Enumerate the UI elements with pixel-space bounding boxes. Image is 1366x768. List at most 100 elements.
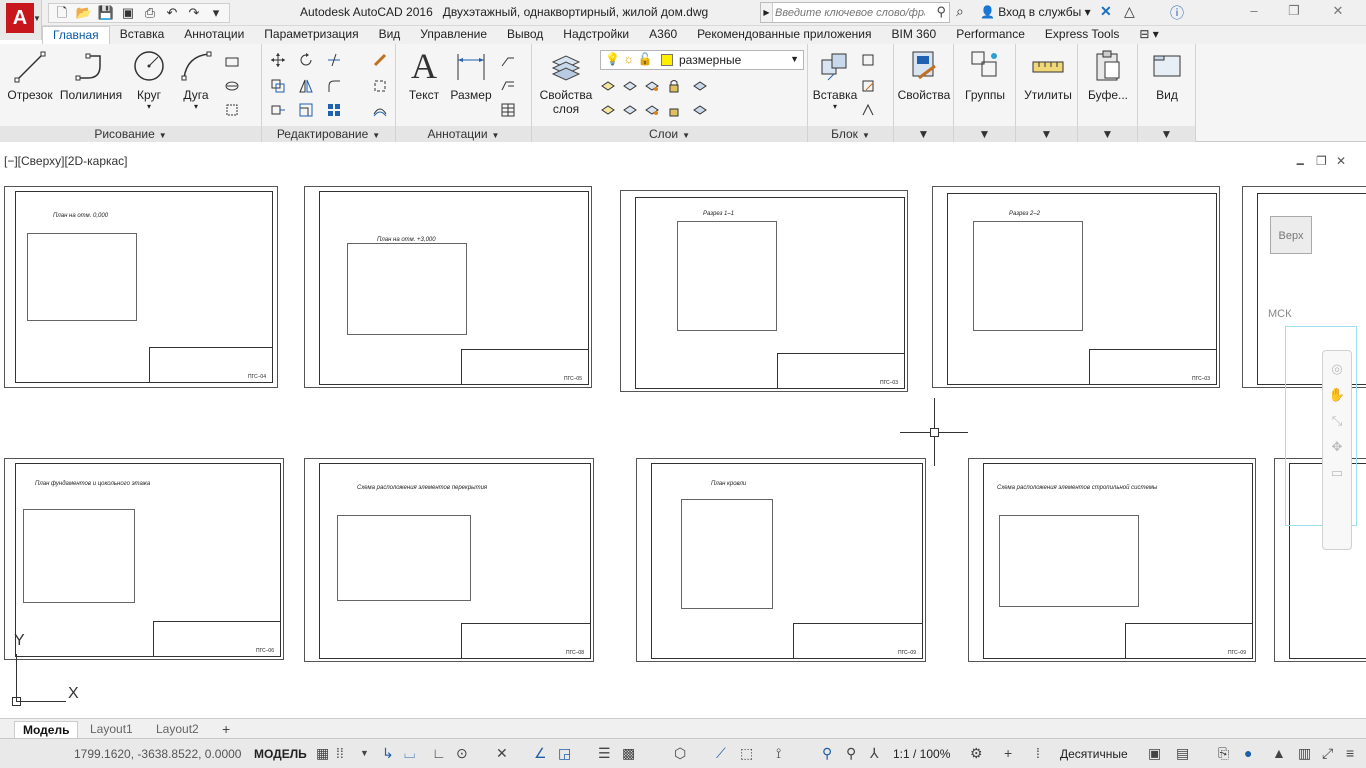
copy-icon[interactable] xyxy=(270,78,286,94)
steering-wheel-icon[interactable]: ◎ xyxy=(1323,361,1351,377)
rotate-icon[interactable] xyxy=(298,52,314,68)
layer-thaw-icon[interactable] xyxy=(644,102,660,118)
help-icon[interactable]: ⓘ xyxy=(1170,3,1184,23)
polyline-button[interactable]: Полилиния xyxy=(58,48,124,102)
object-snap-tracking-icon[interactable]: ∠ xyxy=(534,745,547,762)
application-menu-button[interactable]: A ▼ xyxy=(0,0,42,40)
transparency-icon[interactable]: ▩ xyxy=(622,745,635,762)
panel-layers-title[interactable]: Слои ▼ xyxy=(532,126,807,142)
tab-express-tools[interactable]: Express Tools xyxy=(1035,26,1129,44)
add-layout-icon[interactable]: + xyxy=(214,721,238,739)
status-menu-icon[interactable]: ≡ xyxy=(1346,745,1354,761)
layer-off-icon[interactable] xyxy=(600,78,616,94)
layer-properties-button[interactable]: Свойства слоя xyxy=(538,48,594,116)
stretch-icon[interactable] xyxy=(270,102,286,118)
open-file-icon[interactable]: 📂 xyxy=(75,4,93,22)
close-icon[interactable]: ✕ xyxy=(1320,3,1356,21)
tab-bim360[interactable]: BIM 360 xyxy=(882,26,947,44)
viewport-controls-label[interactable]: [−][Сверху][2D-каркас] xyxy=(4,154,128,168)
edit-block-icon[interactable] xyxy=(860,78,876,94)
infer-constraints-icon[interactable]: ↳ xyxy=(382,745,394,762)
isolate-objects-icon[interactable]: ⎘ xyxy=(1218,745,1229,762)
ortho-icon[interactable]: ∟ xyxy=(432,745,446,761)
model-space-toggle[interactable]: МОДЕЛЬ xyxy=(254,747,307,761)
tab-a360[interactable]: A360 xyxy=(639,26,687,44)
tab-output[interactable]: Вывод xyxy=(497,26,553,44)
lock-ui-icon[interactable]: ▤ xyxy=(1176,745,1189,762)
utilities-expand-icon[interactable]: ▼ xyxy=(1016,126,1077,142)
viewport-close-icon[interactable]: ✕ xyxy=(1336,154,1346,168)
tab-insert[interactable]: Вставка xyxy=(110,26,175,44)
tab-manage[interactable]: Управление xyxy=(410,26,497,44)
tab-layout2[interactable]: Layout2 xyxy=(148,721,207,739)
panel-modify-title[interactable]: Редактирование ▼ xyxy=(262,126,395,142)
panel-annotation-title[interactable]: Аннотации ▼ xyxy=(396,126,531,142)
fillet-icon[interactable] xyxy=(326,78,342,94)
binoculars-icon[interactable]: ⌕ xyxy=(956,3,964,20)
print-icon[interactable]: ⎙ xyxy=(141,4,159,22)
customization-icon[interactable]: ▥ xyxy=(1298,745,1311,762)
tab-parametric[interactable]: Параметризация xyxy=(254,26,368,44)
auto-scale-icon[interactable]: ⚲ xyxy=(846,745,856,762)
groups-button[interactable]: Группы xyxy=(958,48,1012,102)
orbit-icon[interactable]: ✥ xyxy=(1323,439,1351,455)
new-file-icon[interactable]: 🗋 xyxy=(53,4,71,22)
drawing-area[interactable]: [−][Сверху][2D-каркас] 🗕 ❐ ✕ План на отм… xyxy=(0,150,1366,718)
save-icon[interactable]: 💾 xyxy=(97,4,115,22)
annotation-monitor-icon[interactable]: + xyxy=(1004,745,1012,761)
viewport-minimize-icon[interactable]: 🗕 xyxy=(1296,154,1305,175)
circle-button[interactable]: Круг ▾ xyxy=(130,48,168,111)
layer-isolate-icon[interactable] xyxy=(622,78,638,94)
move-icon[interactable] xyxy=(270,52,286,68)
stay-connected-icon[interactable]: △ xyxy=(1124,3,1135,20)
panel-draw-title[interactable]: Рисование ▼ xyxy=(0,126,261,142)
explode-icon[interactable] xyxy=(372,78,388,94)
restore-icon[interactable]: ❐ xyxy=(1276,3,1312,21)
tab-model[interactable]: Модель xyxy=(14,721,79,739)
offset-icon[interactable] xyxy=(372,102,388,118)
viewcube-top-face[interactable]: Верх xyxy=(1270,216,1312,254)
workspace-switching-icon[interactable]: ⚙ xyxy=(970,745,983,762)
qat-dropdown-icon[interactable]: ▾ xyxy=(207,4,225,22)
tab-layout1[interactable]: Layout1 xyxy=(82,721,141,739)
selection-cycling-icon[interactable]: ⬡ xyxy=(674,745,686,762)
search-input[interactable] xyxy=(775,4,925,21)
tab-view[interactable]: Вид xyxy=(369,26,411,44)
dynamic-ucs-icon[interactable]: ⬚ xyxy=(740,745,753,762)
layer-current-icon[interactable] xyxy=(600,102,616,118)
panel-block-title[interactable]: Блок ▼ xyxy=(808,126,893,142)
properties-button[interactable]: Свойства xyxy=(896,48,952,102)
array-icon[interactable] xyxy=(326,102,342,118)
isometric-icon[interactable]: ✕ xyxy=(496,745,508,762)
fullscreen-icon[interactable]: ⤢ xyxy=(1322,745,1333,762)
annotation-scale-icon[interactable]: ⅄ xyxy=(870,745,879,762)
layer-match-icon[interactable] xyxy=(692,78,708,94)
zoom-extents-icon[interactable]: ⤡ xyxy=(1323,413,1351,429)
view-button[interactable]: Вид xyxy=(1144,48,1190,102)
units-dropdown[interactable]: Десятичные xyxy=(1060,747,1128,761)
line-button[interactable]: Отрезок xyxy=(4,48,56,102)
object-snap-icon[interactable]: ◲ xyxy=(558,745,571,762)
save-as-icon[interactable]: ▣ xyxy=(119,4,137,22)
hatch-icon[interactable] xyxy=(224,78,240,94)
tab-featured-apps[interactable]: Рекомендованные приложения xyxy=(687,26,881,44)
minimize-icon[interactable]: – xyxy=(1236,3,1272,21)
grid-icon[interactable]: ▦ xyxy=(316,745,329,762)
viewport-restore-icon[interactable]: ❐ xyxy=(1316,154,1327,168)
tab-addins[interactable]: Надстройки xyxy=(553,26,639,44)
tab-performance[interactable]: Performance xyxy=(946,26,1035,44)
utilities-button[interactable]: Утилиты xyxy=(1020,48,1076,102)
scale-icon[interactable] xyxy=(298,102,314,118)
undo-icon[interactable]: ↶ xyxy=(163,4,181,22)
table-icon[interactable] xyxy=(500,102,516,118)
insert-dropdown-icon[interactable]: ▾ xyxy=(812,102,858,111)
mirror-icon[interactable] xyxy=(298,78,314,94)
annotation-scale-dropdown[interactable]: 1:1 / 100% xyxy=(893,747,950,761)
erase-icon[interactable] xyxy=(372,52,388,68)
showmotion-icon[interactable]: ▭ xyxy=(1323,465,1351,481)
redo-icon[interactable]: ↷ xyxy=(185,4,203,22)
clean-screen-icon[interactable]: ▲ xyxy=(1272,745,1286,761)
create-block-icon[interactable] xyxy=(860,52,876,68)
ribbon-toggle-icon[interactable]: ⊟ ▾ xyxy=(1129,26,1168,44)
selection-filter-icon[interactable]: ⟟ xyxy=(776,745,781,762)
